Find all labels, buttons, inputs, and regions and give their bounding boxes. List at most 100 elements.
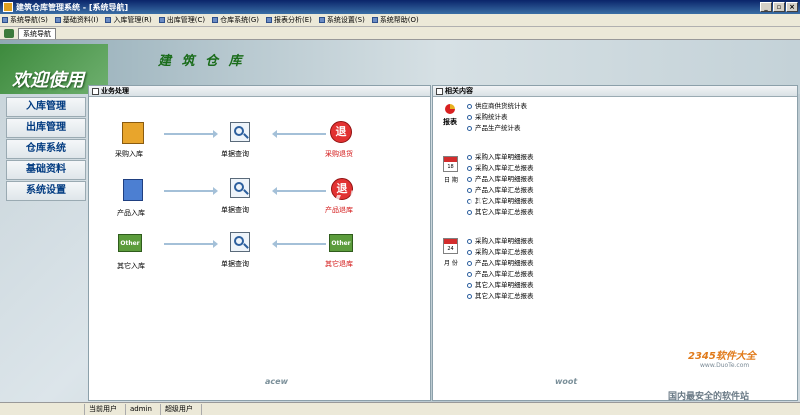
window-titlebar: 建筑仓库管理系统 - [系统导航] _ ▫ × bbox=[0, 0, 800, 14]
report-link[interactable]: 产品入库单汇总报表 bbox=[467, 268, 534, 278]
menu-icon bbox=[54, 17, 61, 23]
query-label[interactable]: 单据查询 bbox=[221, 149, 249, 159]
nav-base-data[interactable]: 基础资料 bbox=[6, 160, 86, 180]
close-button[interactable]: × bbox=[786, 2, 798, 12]
menu-icon bbox=[2, 17, 8, 23]
tab-system-nav[interactable]: 系统导航 bbox=[18, 27, 56, 39]
other-inbound-label[interactable]: 其它入库 bbox=[117, 261, 145, 271]
magnifier-icon bbox=[467, 114, 472, 120]
report-link[interactable]: 采购入库单汇总报表 bbox=[467, 246, 534, 256]
restore-button[interactable]: ▫ bbox=[773, 2, 785, 12]
nav-icon bbox=[4, 29, 14, 38]
report-link[interactable]: 产品生产统计表 bbox=[467, 122, 521, 132]
magnifier-icon bbox=[467, 238, 472, 244]
menu-icon bbox=[266, 17, 273, 23]
arrow-right-icon bbox=[164, 240, 218, 248]
purchase-inbound-icon[interactable] bbox=[122, 122, 144, 144]
nav-warehouse[interactable]: 仓库系统 bbox=[6, 139, 86, 159]
status-bar: 当前用户 admin 超级用户 bbox=[0, 402, 800, 415]
report-link[interactable]: 其它入库单明细报表 bbox=[467, 279, 534, 289]
menu-icon bbox=[105, 17, 112, 23]
tab-bar: 系统导航 bbox=[0, 27, 800, 40]
product-inbound-label[interactable]: 产品入库 bbox=[117, 208, 145, 218]
menu-icon bbox=[158, 17, 165, 23]
menu-settings[interactable]: 系统设置(S) bbox=[317, 15, 370, 25]
welcome-text: 欢迎使用 bbox=[12, 70, 84, 91]
window-controls: _ ▫ × bbox=[760, 2, 798, 12]
magnifier-icon bbox=[467, 271, 472, 277]
window-title: 建筑仓库管理系统 - [系统导航] bbox=[16, 2, 129, 12]
report-link[interactable]: 供应商供货统计表 bbox=[467, 100, 527, 110]
status-user: admin bbox=[126, 403, 161, 415]
menu-reports[interactable]: 报表分析(E) bbox=[264, 15, 317, 25]
status-role: 超级用户 bbox=[161, 403, 202, 415]
magnifier-icon bbox=[467, 293, 472, 299]
calendar-icon: 24 bbox=[443, 238, 458, 254]
menu-help[interactable]: 系统帮助(O) bbox=[370, 15, 424, 25]
workspace: 欢迎使用 建 筑 仓 库 入库管理 出库管理 仓库系统 基础资料 系统设置 业务… bbox=[0, 40, 800, 402]
other-return-icon[interactable]: Other bbox=[329, 234, 353, 252]
query-icon[interactable] bbox=[230, 178, 250, 198]
magnifier-icon bbox=[467, 103, 472, 109]
business-panel: 业务处理 采购入库 单据查询 退 采购退货 产品入库 单据查询 退 产品退库 O… bbox=[88, 85, 431, 401]
daily-group-label: 日 期 bbox=[444, 177, 458, 184]
query-icon[interactable] bbox=[230, 122, 250, 142]
site-logo: 2345软件大全 bbox=[688, 351, 756, 362]
menu-warehouse[interactable]: 仓库系统(G) bbox=[210, 15, 264, 25]
business-panel-title: 业务处理 bbox=[89, 86, 430, 97]
magnifier-icon bbox=[467, 154, 472, 160]
deco-text-right: woot bbox=[555, 377, 578, 386]
nav-inbound[interactable]: 入库管理 bbox=[6, 97, 86, 117]
menu-system-nav[interactable]: 系统导航(S) bbox=[0, 15, 53, 25]
watermark-url: www.DuoTe.com bbox=[700, 362, 750, 369]
menu-icon bbox=[318, 17, 325, 23]
app-icon bbox=[3, 2, 13, 12]
reports-group-label: 报表 bbox=[443, 118, 457, 126]
nav-outbound[interactable]: 出库管理 bbox=[6, 118, 86, 138]
menu-icon bbox=[212, 17, 219, 23]
product-inbound-icon[interactable] bbox=[123, 179, 143, 201]
related-panel-title: 相关内容 bbox=[433, 86, 797, 97]
menu-inbound[interactable]: 入库管理(R) bbox=[103, 15, 156, 25]
deco-text-left: acew bbox=[265, 377, 288, 386]
status-user-label: 当前用户 bbox=[85, 403, 126, 415]
watermark-text: www.DuoTe.com bbox=[280, 188, 484, 213]
menu-base-data[interactable]: 基础资料(I) bbox=[53, 15, 104, 25]
status-spacer bbox=[0, 403, 85, 415]
watermark-slogan: 国内最安全的软件站 bbox=[668, 392, 750, 402]
magnifier-icon bbox=[467, 282, 472, 288]
query-label[interactable]: 单据查询 bbox=[221, 259, 249, 269]
magnifier-icon bbox=[467, 165, 472, 171]
arrow-right-icon bbox=[164, 187, 218, 195]
monthly-group-label: 月 份 bbox=[444, 260, 458, 267]
report-link[interactable]: 产品入库单明细报表 bbox=[467, 257, 534, 267]
other-return-label[interactable]: 其它退库 bbox=[325, 259, 353, 269]
report-link[interactable]: 采购统计表 bbox=[467, 111, 508, 121]
report-link[interactable]: 采购入库单明细报表 bbox=[467, 151, 534, 161]
query-label[interactable]: 单据查询 bbox=[221, 205, 249, 215]
purchase-return-icon[interactable]: 退 bbox=[330, 121, 352, 143]
magnifier-icon bbox=[467, 249, 472, 255]
report-link[interactable]: 采购入库单明细报表 bbox=[467, 235, 534, 245]
magnifier-icon bbox=[467, 260, 472, 266]
magnifier-icon bbox=[467, 125, 472, 131]
purchase-return-label[interactable]: 采购退货 bbox=[325, 149, 353, 159]
magnifier-icon bbox=[467, 176, 472, 182]
menu-bar: 系统导航(S) 基础资料(I) 入库管理(R) 出库管理(C) 仓库系统(G) … bbox=[0, 14, 800, 27]
nav-settings[interactable]: 系统设置 bbox=[6, 181, 86, 201]
query-icon[interactable] bbox=[230, 232, 250, 252]
report-link[interactable]: 其它入库单汇总报表 bbox=[467, 290, 534, 300]
purchase-inbound-label[interactable]: 采购入库 bbox=[115, 149, 143, 159]
minimize-button[interactable]: _ bbox=[760, 2, 772, 12]
menu-icon bbox=[371, 17, 378, 23]
arrow-left-icon bbox=[272, 130, 326, 138]
report-link[interactable]: 采购入库单汇总报表 bbox=[467, 162, 534, 172]
arrow-right-icon bbox=[164, 130, 218, 138]
calendar-icon: 18 bbox=[443, 156, 458, 172]
menu-outbound[interactable]: 出库管理(C) bbox=[157, 15, 210, 25]
report-link[interactable]: 产品入库单明细报表 bbox=[467, 173, 534, 183]
other-inbound-icon[interactable]: Other bbox=[118, 234, 142, 252]
arrow-left-icon bbox=[272, 240, 326, 248]
banner-title: 建 筑 仓 库 bbox=[158, 54, 245, 69]
side-nav: 入库管理 出库管理 仓库系统 基础资料 系统设置 bbox=[0, 97, 86, 202]
